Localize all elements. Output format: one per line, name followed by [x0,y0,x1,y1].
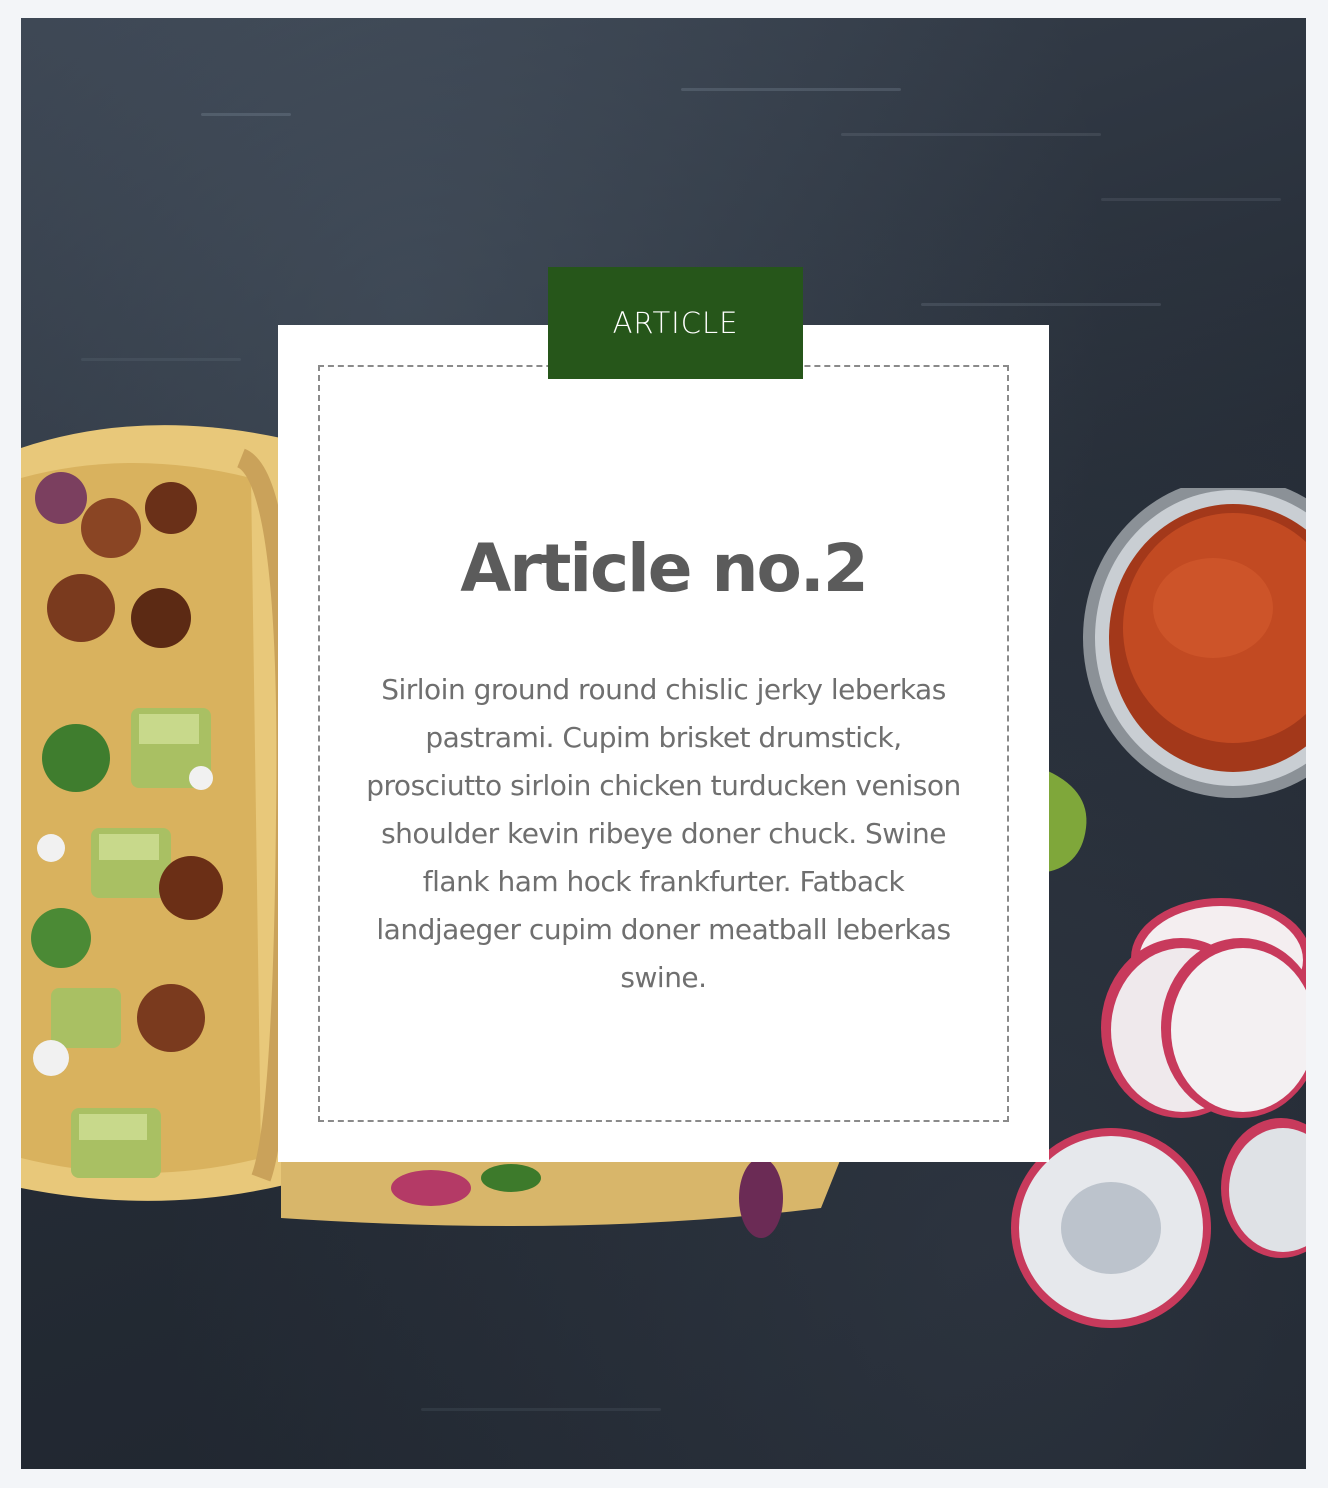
slate-texture [921,303,1161,306]
slate-texture [421,1408,661,1411]
slate-texture [81,358,241,361]
slate-texture [1101,198,1281,201]
slate-texture [841,133,1101,136]
article-category-badge: ARTICLE [548,267,803,379]
article-title: Article no.2 [460,530,869,607]
taco-bottom-illustration [281,1158,841,1238]
slate-texture [201,113,291,116]
sauce-bowl-illustration [1083,488,1306,798]
article-body-text: Sirloin ground round chislic jerky leber… [366,673,961,994]
tacos-illustration [21,425,311,1201]
slate-texture [681,88,901,91]
